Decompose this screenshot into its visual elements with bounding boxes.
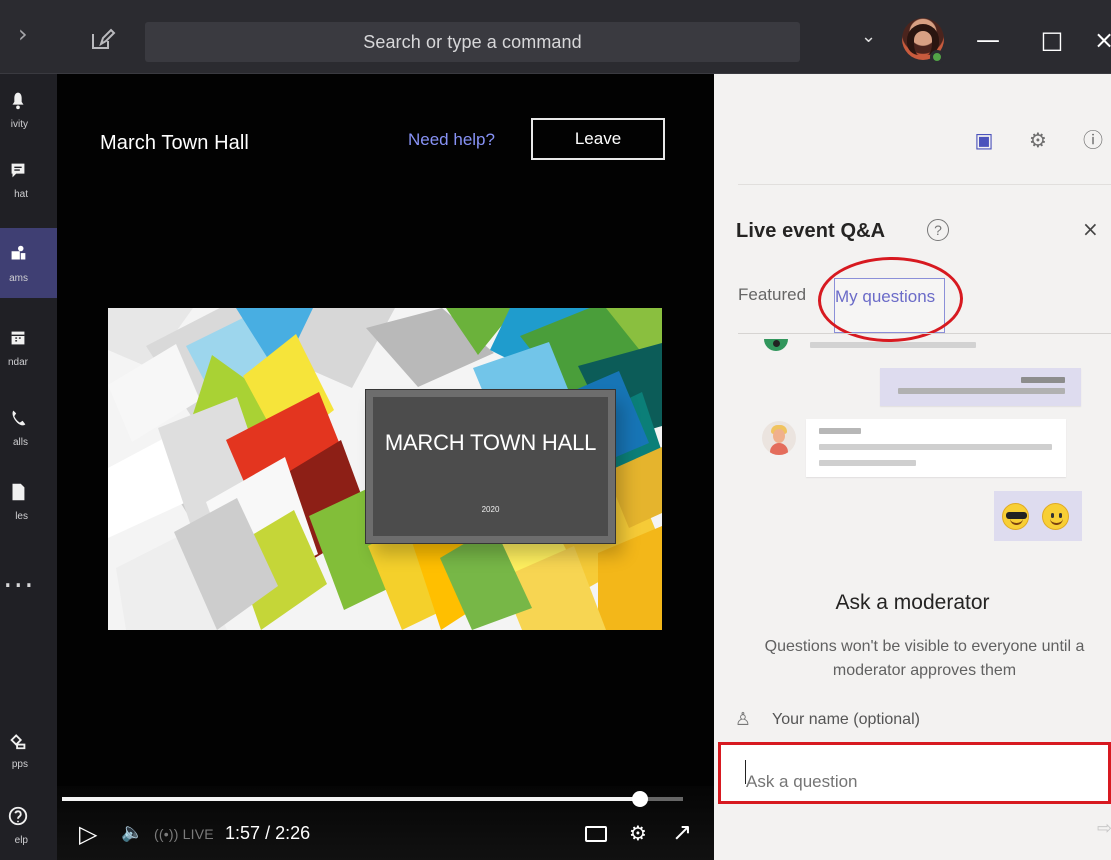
chevron-down-icon[interactable]: ⌄ (861, 26, 876, 47)
sidebar-item-calendar[interactable]: ndar (0, 312, 57, 382)
time-separator: / (265, 823, 276, 843)
leave-button[interactable]: Leave (531, 118, 665, 160)
title-bar: › Search or type a command ⌄ — □ × (0, 0, 1111, 74)
live-event-player: March Town Hall Need help? Leave MARCH T… (57, 74, 714, 860)
panel-divider (738, 184, 1111, 185)
duration: 2:26 (275, 823, 311, 843)
live-indicator: ((•)) LIVE (154, 826, 214, 842)
teams-live-event-window: › Search or type a command ⌄ — □ × ivity (0, 0, 1111, 860)
slide-year: 2020 (481, 505, 500, 514)
send-icon[interactable]: ⇨ (1097, 818, 1111, 839)
calendar-icon (11, 331, 25, 345)
message-placeholder-line (810, 342, 976, 348)
bell-icon (12, 92, 24, 110)
volume-icon[interactable]: 🔈 (121, 822, 143, 843)
question-input[interactable] (718, 742, 1111, 804)
name-field-label: Your name (optional) (772, 711, 920, 728)
person-icon: ♙ (734, 709, 752, 730)
message-bubble (806, 419, 1066, 477)
tabs-divider (738, 333, 1111, 334)
need-help-link[interactable]: Need help? (408, 130, 495, 150)
apps-icon (10, 734, 26, 750)
current-time: 1:57 (225, 823, 261, 843)
smile-emoji-icon (1042, 503, 1069, 530)
fullscreen-icon[interactable]: ↗ (672, 818, 692, 846)
minimize-icon[interactable]: — (966, 18, 1010, 62)
sidebar-item-label: elp (14, 835, 28, 846)
chevron-right-icon[interactable]: › (18, 22, 42, 46)
maximize-icon[interactable]: □ (1030, 18, 1074, 62)
message-bubble (880, 368, 1081, 406)
avatar-body-shape (770, 443, 788, 455)
playback-progress-bar[interactable] (62, 791, 683, 807)
avatar-face-shape (773, 429, 785, 443)
tab-featured[interactable]: Featured (738, 285, 806, 305)
file-icon (12, 483, 25, 501)
sidebar-item-apps[interactable]: pps (0, 714, 57, 784)
call-icon (12, 410, 26, 426)
message-placeholder-line (898, 388, 1065, 394)
gear-icon[interactable]: ⚙ (1026, 128, 1050, 152)
event-title: March Town Hall (100, 132, 249, 154)
chat-icon (11, 163, 25, 178)
sidebar-item-activity[interactable]: ivity (0, 74, 57, 144)
close-icon[interactable]: × (1094, 18, 1111, 62)
playback-scrubber-handle[interactable] (631, 791, 648, 807)
message-placeholder-line (819, 428, 861, 434)
qa-title: Live event Q&A (736, 220, 886, 242)
presence-status-icon (930, 50, 944, 64)
sunglasses-emoji-icon (1002, 503, 1029, 530)
ask-moderator-title: Ask a moderator (835, 591, 990, 614)
emoji-reaction-bubble (994, 491, 1082, 541)
sidebar-item-label: les (15, 511, 28, 522)
live-broadcast-icon: ((•)) (154, 826, 179, 842)
avatar (764, 339, 788, 351)
avatar (762, 421, 796, 455)
teams-icon (11, 245, 26, 260)
sidebar-item-label: ndar (7, 357, 28, 368)
question-icon[interactable]: ? (927, 219, 949, 241)
close-icon[interactable]: × (1082, 217, 1099, 241)
message-placeholder-line (1021, 377, 1065, 383)
help-icon (8, 806, 28, 826)
info-icon[interactable]: ⓘ (1081, 128, 1105, 152)
gear-icon[interactable]: ⚙ (629, 821, 647, 845)
message-placeholder-line (819, 444, 1052, 450)
video-controls: ▷ 🔈 ((•)) LIVE 1:57 / 2:26 ⚙ ↗ (57, 786, 714, 860)
sidebar-item-calls[interactable]: alls (0, 392, 57, 462)
tab-my-questions[interactable]: My questions (834, 278, 945, 333)
slide-title: MARCH TOWN HALL (384, 430, 597, 455)
sidebar-item-teams[interactable]: ams (0, 228, 57, 298)
sidebar-item-label: pps (11, 759, 28, 770)
playback-progress-fill (62, 797, 640, 801)
left-sidebar: ivity hat ams ndar alls les ... pps elp (0, 74, 57, 860)
captions-icon[interactable] (585, 826, 607, 842)
live-label: LIVE (182, 826, 214, 842)
smile-shape (1050, 517, 1063, 525)
sidebar-item-files[interactable]: les (0, 466, 57, 536)
qa-icon[interactable]: ▣ (972, 128, 996, 152)
message-placeholder-line (819, 460, 916, 466)
search-input[interactable]: Search or type a command (145, 22, 800, 62)
text-caret (745, 760, 746, 784)
sidebar-item-chat[interactable]: hat (0, 144, 57, 214)
sidebar-item-label: ivity (10, 119, 28, 130)
sidebar-item-label: alls (12, 437, 28, 448)
play-icon[interactable]: ▷ (79, 820, 97, 848)
sidebar-item-help[interactable]: elp (0, 790, 57, 860)
time-display: 1:57 / 2:26 (225, 823, 310, 844)
slide-title-card: MARCH TOWN HALL 2020 (366, 390, 615, 543)
moderator-note: Questions won't be visible to everyone u… (764, 638, 1085, 679)
live-event-qa-panel: ▣ ⚙ ⓘ Live event Q&A ? × Featured My que… (714, 74, 1111, 860)
sidebar-item-label: hat (14, 189, 28, 200)
more-apps-icon[interactable]: ... (3, 560, 35, 595)
presentation-slide: MARCH TOWN HALL 2020 (108, 308, 662, 630)
name-field[interactable]: ♙ Your name (optional) (732, 707, 920, 733)
smile-shape (1010, 517, 1023, 525)
compose-icon[interactable] (88, 26, 116, 54)
sidebar-item-label: ams (9, 273, 28, 284)
